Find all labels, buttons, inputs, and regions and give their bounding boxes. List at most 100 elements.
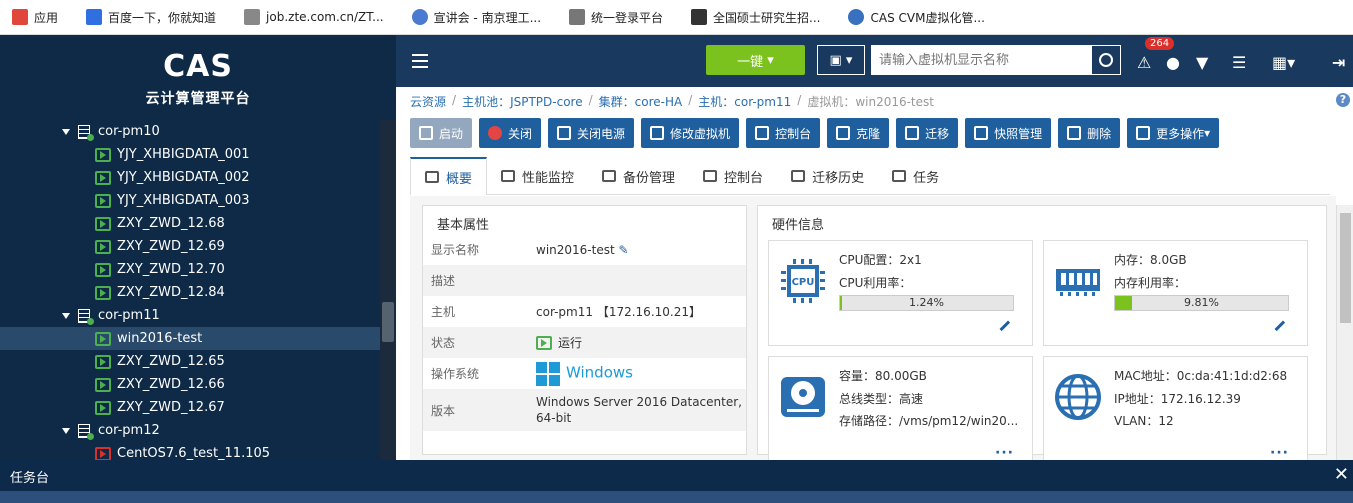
action-button-9[interactable]: 更多操作 ▾: [1127, 118, 1220, 148]
action-button-5[interactable]: 克隆: [827, 118, 890, 148]
bookmark-label: job.zte.com.cn/ZT...: [266, 10, 384, 24]
property-text: Windows Server 2016 Datacenter, 64-bit: [536, 395, 742, 425]
action-button-4[interactable]: 控制台: [746, 118, 821, 148]
tab-1[interactable]: 性能监控: [487, 157, 588, 195]
tree-vm[interactable]: YJY_XHBIGDATA_002: [0, 166, 380, 189]
property-key: 版本: [431, 403, 456, 418]
action-label: 迁移: [925, 126, 950, 141]
vm-running-icon: [95, 193, 111, 208]
logo-subtitle: 云计算管理平台: [145, 91, 251, 107]
action-icon-5: [836, 126, 851, 140]
vm-running-icon: [95, 216, 111, 231]
tab-3[interactable]: 控制台: [689, 157, 777, 195]
tree-vm[interactable]: YJY_XHBIGDATA_003: [0, 189, 380, 212]
tree-vm[interactable]: YJY_XHBIGDATA_001: [0, 143, 380, 166]
summary-content: 基本属性 显示名称 win2016-test ✎ 描述 主机 cor-pm11 【172…: [410, 196, 1336, 462]
bookmark-3[interactable]: 宣讲会 - 南京理工...: [411, 9, 541, 26]
edit-name-icon[interactable]: ✎: [615, 243, 628, 257]
layout-icon[interactable]: ▦▾: [1272, 53, 1295, 72]
windows-icon: [536, 361, 560, 386]
action-label: 控制台: [775, 126, 812, 141]
list-icon[interactable]: ☰: [1232, 53, 1246, 72]
bookmark-1[interactable]: 百度一下，你就知道: [86, 9, 216, 26]
shirt-icon[interactable]: ▼: [1196, 53, 1208, 72]
host-label: cor-pm11: [98, 308, 160, 323]
memory-size: 内存：8.0GB: [1114, 253, 1187, 267]
breadcrumb-item[interactable]: 主机：cor-pm11: [698, 93, 791, 110]
disk-more-icon[interactable]: ···: [995, 445, 1014, 461]
menu-toggle-icon[interactable]: [412, 54, 428, 68]
vm-type-select[interactable]: ▣ ▾: [817, 45, 865, 75]
action-button-7[interactable]: 快照管理: [965, 118, 1052, 148]
tab-5[interactable]: 任务: [878, 157, 953, 195]
tab-2[interactable]: 备份管理: [588, 157, 689, 195]
bookmark-6[interactable]: CAS CVM虚拟化管...: [848, 9, 985, 26]
bookmark-0[interactable]: 应用: [12, 9, 58, 26]
one-key-button[interactable]: 一键 ▾: [706, 45, 805, 75]
tree-vm[interactable]: ZXY_ZWD_12.65: [0, 350, 380, 373]
bookmark-4[interactable]: 统一登录平台: [569, 9, 663, 26]
tree-host[interactable]: cor-pm12: [0, 419, 380, 442]
task-console: 任务台 ✕: [0, 460, 1353, 503]
action-button-1[interactable]: 关闭: [479, 118, 542, 148]
action-button-8[interactable]: 删除: [1058, 118, 1121, 148]
tree-vm[interactable]: ZXY_ZWD_12.68: [0, 212, 380, 235]
tab-4[interactable]: 迁移历史: [777, 157, 878, 195]
tab-0[interactable]: 概要: [410, 157, 488, 195]
scrollbar-thumb[interactable]: [382, 302, 394, 342]
breadcrumb-item: 虚拟机：win2016-test: [807, 95, 934, 109]
property-key: 主机: [431, 305, 456, 319]
sidebar-scrollbar[interactable]: [380, 120, 396, 460]
edit-memory-icon[interactable]: [1274, 320, 1292, 338]
tree-vm[interactable]: ZXY_ZWD_12.69: [0, 235, 380, 258]
user-icon[interactable]: ●: [1166, 53, 1180, 72]
alert-icon[interactable]: ⚠: [1137, 53, 1151, 72]
bookmark-5[interactable]: 全国硕士研究生招...: [691, 9, 820, 26]
search-input[interactable]: [871, 45, 1091, 75]
help-icon[interactable]: ?: [1336, 93, 1350, 107]
action-label: 关闭: [508, 126, 533, 141]
action-icon-4: [755, 126, 770, 140]
network-more-icon[interactable]: ···: [1270, 445, 1289, 461]
tree-vm[interactable]: ZXY_ZWD_12.84: [0, 281, 380, 304]
bookmark-2[interactable]: job.zte.com.cn/ZT...: [244, 9, 384, 25]
network-card: MAC地址：0c:da:41:1d:d2:68 IP地址：172.16.12.3…: [1043, 356, 1308, 462]
vlan: VLAN：12: [1114, 414, 1174, 428]
expand-icon[interactable]: [62, 128, 70, 135]
tree-vm[interactable]: CentOS7.6_test_11.105: [0, 442, 380, 460]
breadcrumb-separator: /: [452, 93, 457, 107]
action-button-2[interactable]: 关闭电源: [548, 118, 635, 148]
action-button-6[interactable]: 迁移: [896, 118, 959, 148]
disk-icon: [781, 377, 825, 417]
one-key-label: 一键: [737, 54, 764, 70]
logout-icon[interactable]: ⇥: [1332, 53, 1345, 72]
tree-vm[interactable]: win2016-test: [0, 327, 380, 350]
tree-vm[interactable]: ZXY_ZWD_12.70: [0, 258, 380, 281]
search-button[interactable]: [1091, 45, 1121, 75]
action-icon-9: [1136, 126, 1151, 140]
breadcrumb-item[interactable]: 主机池：JSPTPD-core: [462, 93, 583, 110]
tree-vm[interactable]: ZXY_ZWD_12.67: [0, 396, 380, 419]
breadcrumb-item[interactable]: 云资源: [410, 93, 446, 110]
logo[interactable]: CAS 云计算管理平台: [0, 35, 396, 120]
vm-running-icon: [95, 331, 111, 346]
baidu-icon: [86, 9, 103, 25]
breadcrumb-item[interactable]: 集群：core-HA: [599, 93, 683, 110]
action-label: 删除: [1087, 126, 1112, 141]
action-button-3[interactable]: 修改虚拟机: [641, 118, 740, 148]
vm-running-icon: [95, 354, 111, 369]
cpu-icon: CPU: [781, 259, 825, 303]
tree-vm[interactable]: ZXY_ZWD_12.66: [0, 373, 380, 396]
tree-host[interactable]: cor-pm10: [0, 120, 380, 143]
close-icon[interactable]: ✕: [1334, 464, 1349, 485]
expand-icon[interactable]: [62, 427, 70, 434]
scrollbar-thumb[interactable]: [1340, 213, 1351, 323]
vm-label: win2016-test: [117, 331, 203, 346]
vm-label: ZXY_ZWD_12.65: [117, 354, 225, 369]
host-label: cor-pm12: [98, 423, 160, 438]
content-scrollbar[interactable]: [1336, 205, 1353, 460]
action-button-0[interactable]: 启动: [410, 118, 473, 148]
edit-cpu-icon[interactable]: [999, 320, 1017, 338]
tree-host[interactable]: cor-pm11: [0, 304, 380, 327]
expand-icon[interactable]: [62, 312, 70, 319]
